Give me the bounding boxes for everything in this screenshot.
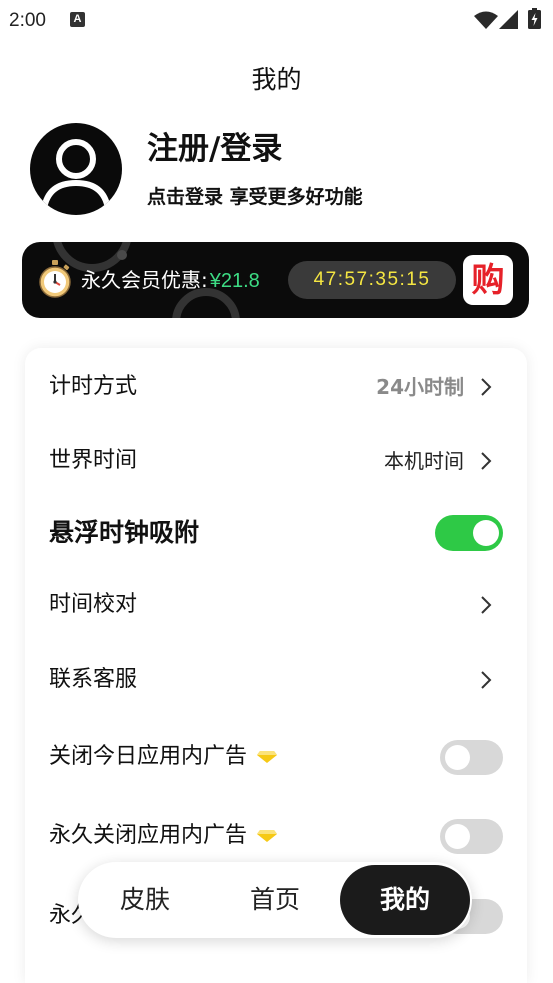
setting-label: 关闭今日应用内广告 [49, 744, 248, 769]
setting-label: 悬浮时钟吸附 [49, 518, 200, 547]
notification-a-icon: A [70, 12, 85, 27]
close-ads-today-toggle[interactable] [440, 739, 503, 775]
chevron-right-icon [481, 452, 492, 470]
setting-label: 永久关闭应用内广告 [49, 823, 248, 848]
signal-icon [499, 10, 518, 29]
bottom-nav: 皮肤 首页 我的 [78, 862, 472, 938]
promo-price: ¥21.8 [209, 270, 260, 292]
setting-label: 计时方式 [49, 374, 138, 399]
battery-charging-icon [528, 8, 541, 29]
setting-time-format[interactable]: 计时方式 24小时制 [25, 350, 527, 424]
promo-text: 永久会员优惠: ¥21.8 [81, 266, 260, 294]
toggle-knob [445, 744, 470, 770]
chevron-right-icon [481, 378, 492, 396]
toggle-knob [445, 823, 470, 849]
toggle-knob [473, 520, 499, 546]
login-subtitle: 点击登录 享受更多好功能 [147, 186, 363, 208]
profile-screen: 2:00 A 我的 注册/登录 点击登录 享受更多好功能 永久会员优惠: ¥21… [0, 0, 553, 983]
stopwatch-icon [39, 260, 71, 298]
setting-close-ads-today[interactable]: 关闭今日应用内广告 [25, 720, 527, 794]
setting-label: 联系客服 [49, 667, 138, 692]
setting-world-time[interactable]: 世界时间 本机时间 [25, 424, 527, 498]
nav-tab-home[interactable]: 首页 [220, 865, 330, 935]
nav-tab-mine[interactable]: 我的 [340, 865, 470, 935]
setting-label: 世界时间 [49, 448, 138, 473]
close-ads-forever-toggle[interactable] [440, 818, 503, 854]
floating-clock-snap-toggle[interactable] [435, 515, 503, 551]
promo-label: 永久会员优惠: [81, 268, 208, 292]
page-title: 我的 [251, 65, 302, 94]
setting-value: 24小时制 [376, 375, 464, 399]
vip-diamond-icon [257, 751, 278, 763]
vip-promo-banner[interactable]: 永久会员优惠: ¥21.8 47:57:35:15 购 [22, 242, 529, 318]
wifi-icon [474, 11, 498, 29]
setting-time-calibration[interactable]: 时间校对 [25, 568, 527, 642]
setting-floating-clock-snap[interactable]: 悬浮时钟吸附 [25, 496, 527, 570]
setting-contact-support[interactable]: 联系客服 [25, 643, 527, 717]
chevron-right-icon [481, 596, 492, 614]
banner-decoration-dot [117, 250, 127, 260]
login-register-link[interactable]: 注册/登录 [147, 129, 282, 169]
user-avatar-icon[interactable] [30, 123, 122, 215]
setting-value: 本机时间 [384, 449, 464, 473]
status-time: 2:00 [9, 10, 46, 31]
chevron-right-icon [481, 671, 492, 689]
setting-label: 时间校对 [49, 592, 138, 617]
vip-diamond-icon [257, 830, 278, 842]
buy-button[interactable]: 购 [463, 255, 513, 305]
countdown-timer: 47:57:35:15 [288, 261, 456, 299]
nav-tab-skin[interactable]: 皮肤 [90, 865, 200, 935]
